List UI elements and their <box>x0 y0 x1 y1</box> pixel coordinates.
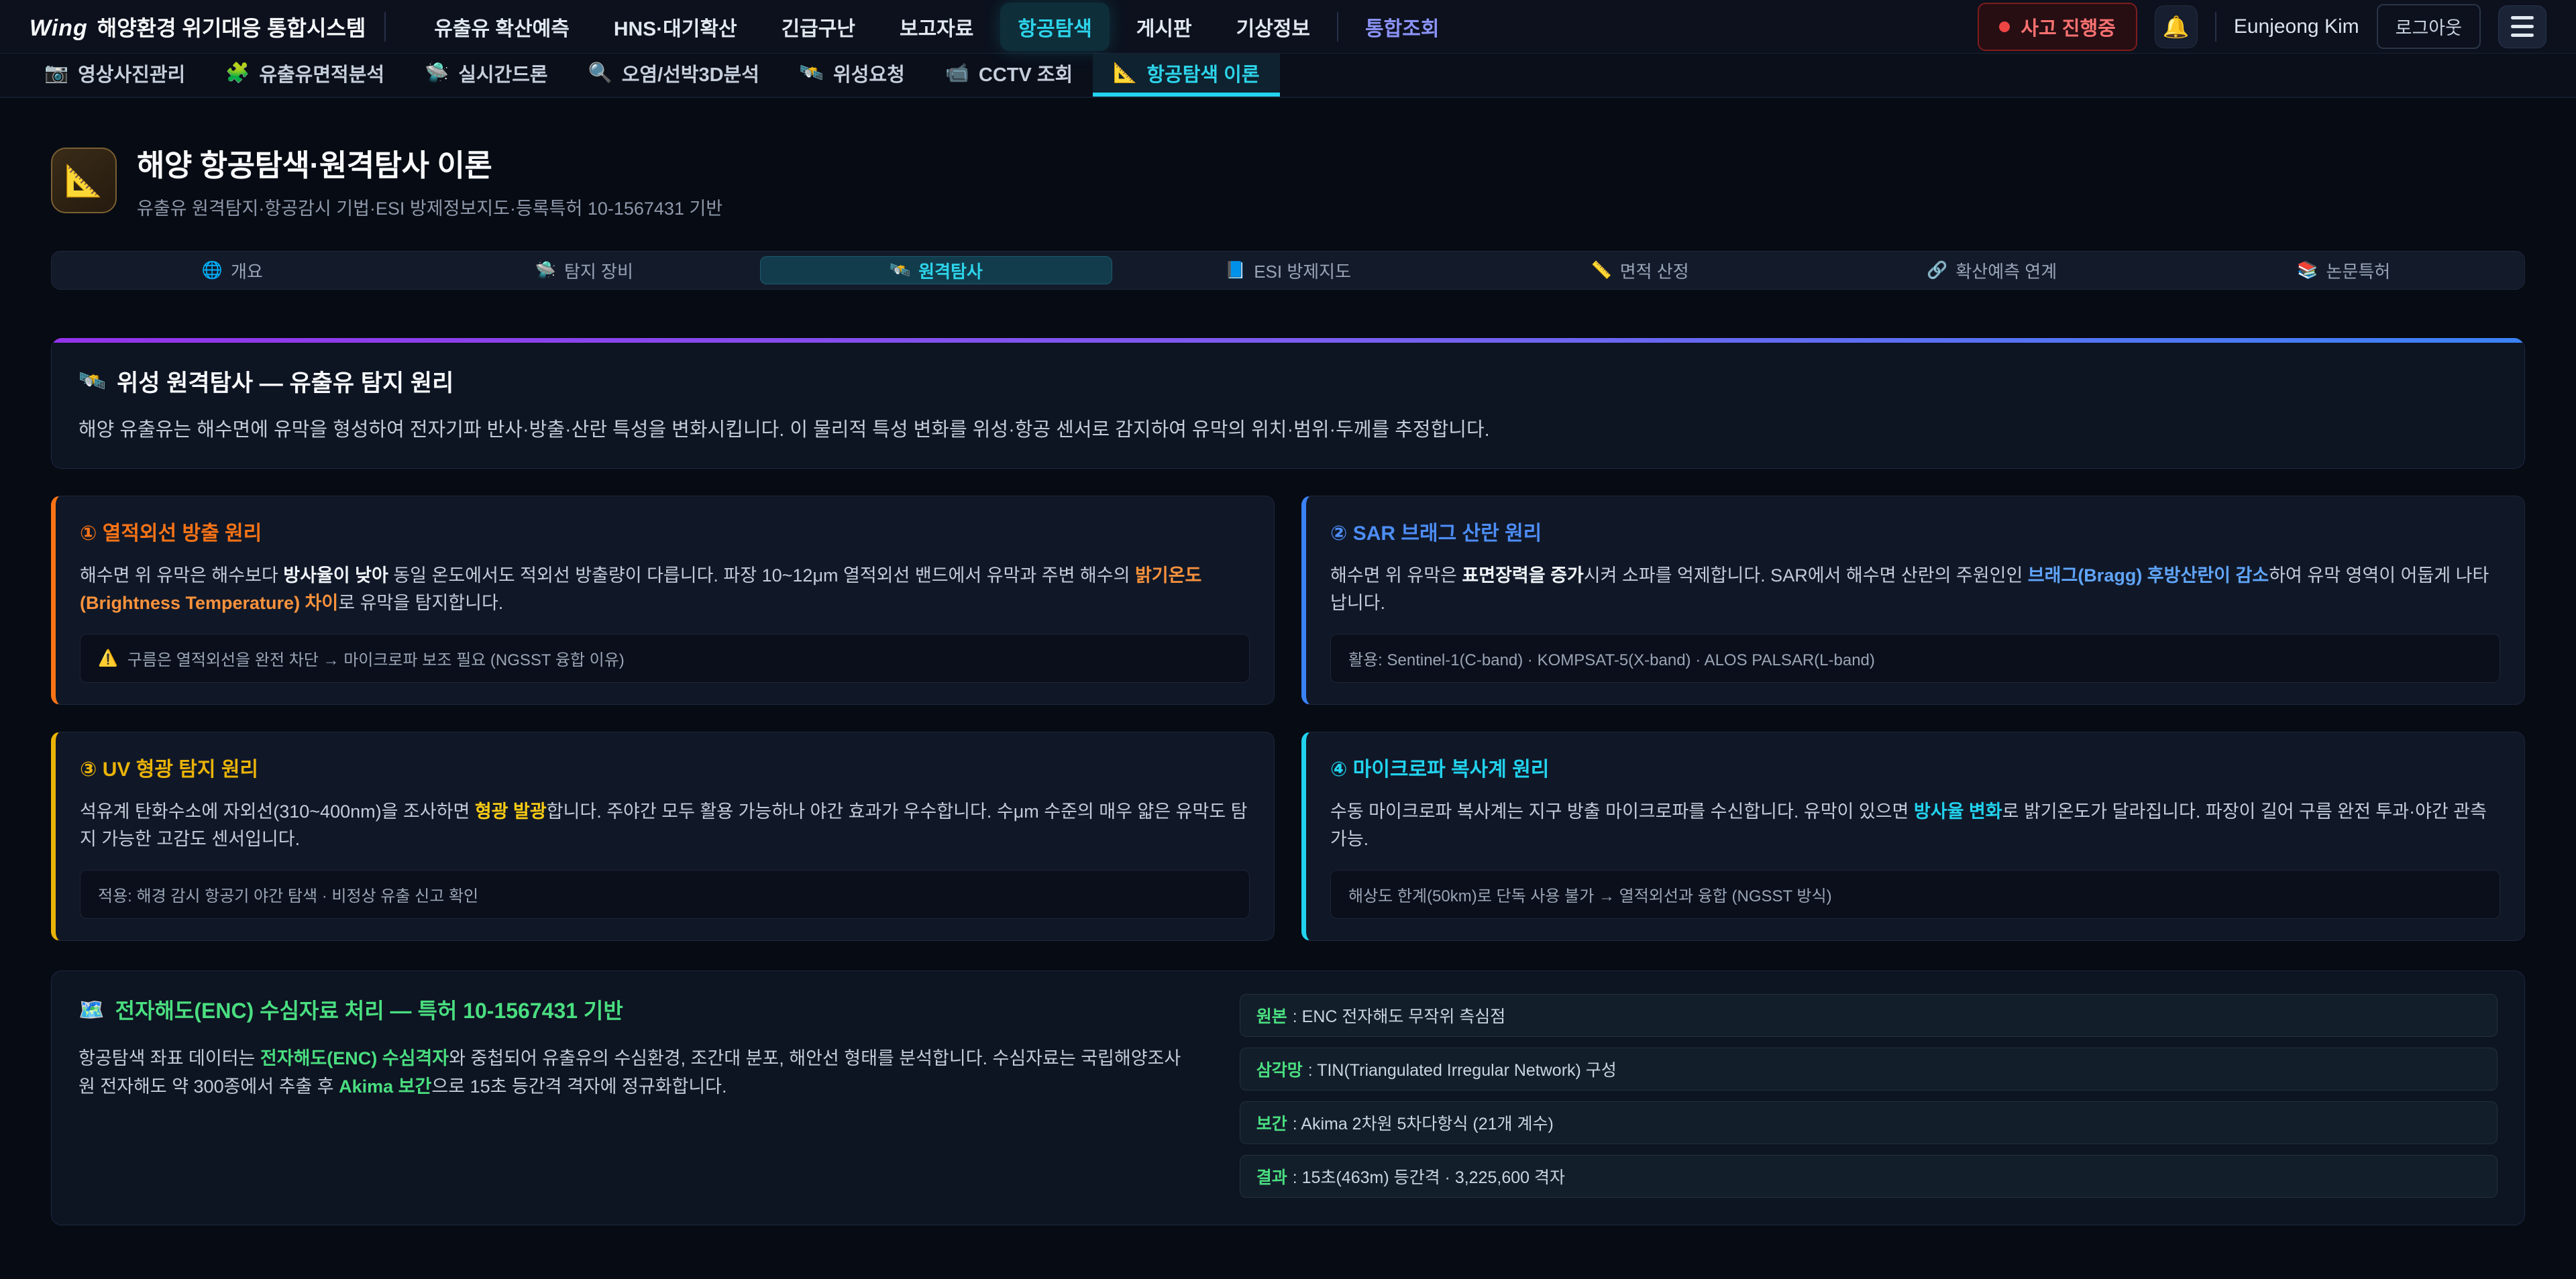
subnav-photo-management[interactable]: 📷 영상사진관리 <box>24 54 205 97</box>
principle-section-title-row: 🛰️ 위성 원격탐사 — 유출유 탐지 원리 <box>78 364 2498 398</box>
nav-oil-spread-forecast[interactable]: 유출유 확산예측 <box>417 3 587 51</box>
enc-step-result: 결과: 15초(463m) 등간격 · 3,225,600 격자 <box>1240 1155 2498 1198</box>
incident-status-badge: 사고 진행중 <box>1978 3 2137 51</box>
satellite-icon: 🛰️ <box>78 368 106 394</box>
tab-remote-sensing[interactable]: 🛰️ 원격탐사 <box>760 256 1112 284</box>
warning-icon: ⚠️ <box>98 649 118 668</box>
main-content: 📐 해양 항공탐색·원격탐사 이론 유출유 원격탐지·항공감시 기법·ESI 방… <box>0 98 2576 1225</box>
logo-wing-mark: Wing <box>30 15 88 42</box>
page-title: 해양 항공탐색·원격탐사 이론 <box>137 141 722 184</box>
satellite-icon: 🛰️ <box>800 62 824 85</box>
drone-icon: 🛸 <box>425 62 449 85</box>
page-icon-box: 📐 <box>51 148 117 213</box>
enc-section-title-row: 🗺️ 전자해도(ENC) 수심자료 처리 — 특허 10-1567431 기반 <box>78 994 1191 1025</box>
theory-tabbar: 🌐 개요 🛸 탐지 장비 🛰️ 원격탐사 📘 ESI 방제지도 📏 면적 산정 … <box>51 251 2525 290</box>
enc-step-source: 원본: ENC 전자해도 무작위 측심점 <box>1240 994 2498 1037</box>
satellite-icon: 🛰️ <box>890 261 910 280</box>
principle-cards-grid: ① 열적외선 방출 원리 해수면 위 유막은 해수보다 방사율이 낮아 동일 온… <box>51 496 2525 941</box>
incident-dot-icon <box>1999 21 2010 32</box>
card-title: ③ UV 형광 탐지 원리 <box>80 753 1250 782</box>
enc-step-tin: 삼각망: TIN(Triangulated Irregular Network)… <box>1240 1048 2498 1091</box>
triangle-ruler-icon: 📐 <box>1113 62 1137 85</box>
books-icon: 📚 <box>2297 261 2318 280</box>
card-note: 해상도 한계(50km)로 단독 사용 불가 → 열적외선과 융합 (NGSST… <box>1330 870 2500 919</box>
hamburger-icon <box>2511 16 2534 19</box>
page-header: 📐 해양 항공탐색·원격탐사 이론 유출유 원격탐지·항공감시 기법·ESI 방… <box>51 141 2525 220</box>
triangle-ruler-icon: 📐 <box>64 162 103 199</box>
gradient-accent-bar <box>52 338 2524 343</box>
card-thermal-infrared: ① 열적외선 방출 원리 해수면 위 유막은 해수보다 방사율이 낮아 동일 온… <box>51 496 1275 705</box>
subnav-cctv-view[interactable]: 📹 CCTV 조회 <box>925 54 1093 97</box>
card-microwave-radiometer: ④ 마이크로파 복사계 원리 수동 마이크로파 복사계는 지구 방출 마이크로파… <box>1301 732 2525 941</box>
divider <box>2215 12 2216 42</box>
camera-icon: 📷 <box>44 62 68 85</box>
blue-book-icon: 📘 <box>1225 261 1246 280</box>
card-note: ⚠️ 구름은 열적외선을 완전 차단 → 마이크로파 보조 필요 (NGSST … <box>80 634 1250 683</box>
nav-reports[interactable]: 보고자료 <box>882 3 991 51</box>
card-sar-bragg: ② SAR 브래그 산란 원리 해수면 위 유막은 표면장력을 증가시켜 소파를… <box>1301 496 2525 705</box>
bell-icon: 🔔 <box>2163 14 2190 40</box>
enc-bathymetry-section: 🗺️ 전자해도(ENC) 수심자료 처리 — 특허 10-1567431 기반 … <box>51 970 2525 1225</box>
card-body: 석유계 탄화수소에 자외선(310~400nm)을 조사하면 형광 발광합니다.… <box>80 798 1250 852</box>
subnav-satellite-request[interactable]: 🛰️ 위성요청 <box>780 54 925 97</box>
page-subtitle: 유출유 원격탐지·항공감시 기법·ESI 방제정보지도·등록특허 10-1567… <box>137 194 722 220</box>
enc-step-interpolation: 보간: Akima 2차원 5차다항식 (21개 계수) <box>1240 1101 2498 1144</box>
card-title: ② SAR 브래그 산란 원리 <box>1330 516 2500 546</box>
ruler-icon: 📏 <box>1591 261 1612 280</box>
card-note: 적용: 해경 감시 항공기 야간 탐색 · 비정상 유출 신고 확인 <box>80 870 1250 919</box>
card-title: ④ 마이크로파 복사계 원리 <box>1330 753 2500 782</box>
app-logo: Wing 해양환경 위기대응 통합시스템 <box>30 11 366 42</box>
tab-esi-map[interactable]: 📘 ESI 방제지도 <box>1112 256 1464 284</box>
user-name: Eunjeong Kim <box>2234 15 2359 38</box>
nav-aerial-search[interactable]: 항공탐색 <box>1000 3 1109 51</box>
card-body: 수동 마이크로파 복사계는 지구 방출 마이크로파를 수신합니다. 유막이 있으… <box>1330 798 2500 852</box>
subnav-oil-area-analysis[interactable]: 🧩 유출유면적분석 <box>205 54 405 97</box>
tab-detection-equipment[interactable]: 🛸 탐지 장비 <box>409 256 761 284</box>
subnav-aerial-search-theory[interactable]: 📐 항공탐색 이론 <box>1093 54 1279 97</box>
ufo-icon: 🛸 <box>535 261 556 280</box>
principle-section: 🛰️ 위성 원격탐사 — 유출유 탐지 원리 해양 유출유는 해수면에 유막을 … <box>51 338 2525 469</box>
card-title: ① 열적외선 방출 원리 <box>80 516 1250 546</box>
principle-section-title: 위성 원격탐사 — 유출유 탐지 원리 <box>117 364 453 398</box>
nav-weather-info[interactable]: 기상정보 <box>1219 3 1328 51</box>
incident-status-label: 사고 진행중 <box>2021 13 2115 41</box>
principle-section-description: 해양 유출유는 해수면에 유막을 형성하여 전자기파 반사·방출·산란 특성을 … <box>78 416 2498 444</box>
enc-processing-steps: 원본: ENC 전자해도 무작위 측심점 삼각망: TIN(Triangulat… <box>1240 994 2498 1198</box>
puzzle-icon: 🧩 <box>225 62 250 85</box>
nav-hns-atmospheric[interactable]: HNS·대기확산 <box>596 3 755 51</box>
subnav-realtime-drone[interactable]: 🛸 실시간드론 <box>405 54 568 97</box>
video-camera-icon: 📹 <box>945 62 969 85</box>
app-title: 해양환경 위기대응 통합시스템 <box>97 11 366 42</box>
nav-integrated-search[interactable]: 통합조회 <box>1348 3 1456 51</box>
tab-overview[interactable]: 🌐 개요 <box>56 256 409 284</box>
topbar-right: 사고 진행중 🔔 Eunjeong Kim 로그아웃 <box>1978 3 2546 51</box>
notifications-button[interactable]: 🔔 <box>2155 5 2198 48</box>
card-body: 해수면 위 유막은 표면장력을 증가시켜 소파를 억제합니다. SAR에서 해수… <box>1330 562 2500 616</box>
enc-section-body: 항공탐색 좌표 데이터는 전자해도(ENC) 수심격자와 중첩되어 유출유의 수… <box>78 1045 1191 1101</box>
top-navbar: Wing 해양환경 위기대응 통합시스템 유출유 확산예측 HNS·대기확산 긴… <box>0 0 2576 54</box>
card-note: 활용: Sentinel-1(C-band) · KOMPSAT-5(X-ban… <box>1330 634 2500 683</box>
nav-board[interactable]: 게시판 <box>1119 3 1210 51</box>
card-uv-fluorescence: ③ UV 형광 탐지 원리 석유계 탄화수소에 자외선(310~400nm)을 … <box>51 732 1275 941</box>
hamburger-menu-button[interactable] <box>2498 5 2546 48</box>
card-body: 해수면 위 유막은 해수보다 방사율이 낮아 동일 온도에서도 적외선 방출량이… <box>80 562 1250 616</box>
map-icon: 🗺️ <box>78 997 105 1022</box>
tab-area-calculation[interactable]: 📏 면적 산정 <box>1464 256 1816 284</box>
nav-emergency-rescue[interactable]: 긴급구난 <box>764 3 873 51</box>
tab-papers-patents[interactable]: 📚 논문특허 <box>2167 256 2520 284</box>
main-nav: 유출유 확산예측 HNS·대기확산 긴급구난 보고자료 항공탐색 게시판 기상정… <box>417 3 1456 51</box>
divider <box>384 12 386 42</box>
magnifier-icon: 🔍 <box>588 62 612 85</box>
link-icon: 🔗 <box>1927 261 1947 280</box>
globe-icon: 🌐 <box>202 261 223 280</box>
logout-button[interactable]: 로그아웃 <box>2377 4 2481 49</box>
tab-forecast-link[interactable]: 🔗 확산예측 연계 <box>1816 256 2168 284</box>
sub-navbar: 📷 영상사진관리 🧩 유출유면적분석 🛸 실시간드론 🔍 오염/선박3D분석 🛰… <box>0 54 2576 98</box>
enc-section-title: 전자해도(ENC) 수심자료 처리 — 특허 10-1567431 기반 <box>115 994 623 1025</box>
divider <box>1337 12 1338 42</box>
subnav-pollution-ship-3d[interactable]: 🔍 오염/선박3D분석 <box>568 54 780 97</box>
